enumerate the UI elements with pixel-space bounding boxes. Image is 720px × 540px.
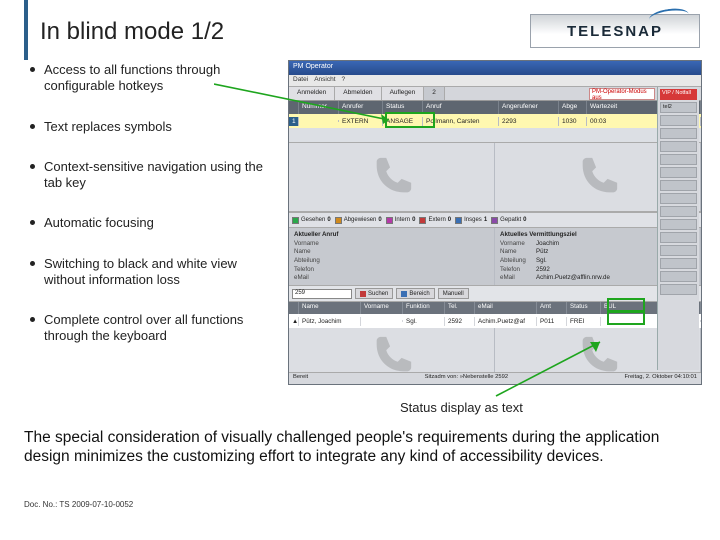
detail-panels: Aktueller Anruf Vorname Name Abteilung T… bbox=[289, 228, 701, 286]
phone-icon bbox=[289, 143, 495, 211]
side-slot[interactable] bbox=[660, 206, 697, 217]
square-icon bbox=[335, 217, 342, 224]
side-slot[interactable] bbox=[660, 284, 697, 295]
counter: Abgewiesen 0 bbox=[335, 217, 382, 224]
square-icon bbox=[419, 217, 426, 224]
cell: 2293 bbox=[499, 117, 559, 126]
status-ready: Bereit bbox=[293, 374, 308, 383]
counter: Extern 0 bbox=[419, 217, 451, 224]
bullet-item: Text replaces symbols bbox=[30, 119, 280, 135]
col: Nummer bbox=[299, 101, 339, 114]
side-slot[interactable] bbox=[660, 193, 697, 204]
panel-title: Aktueller Anruf bbox=[294, 231, 489, 240]
menu-item[interactable]: ? bbox=[342, 76, 346, 85]
side-slot[interactable] bbox=[660, 232, 697, 243]
col: Abge bbox=[559, 101, 587, 114]
col: Angerufener bbox=[499, 101, 559, 114]
side-slot[interactable] bbox=[660, 258, 697, 269]
square-icon bbox=[386, 217, 393, 224]
side-pane: VIP / Notfall tel2 bbox=[657, 87, 699, 370]
side-slot[interactable]: tel2 bbox=[660, 102, 697, 113]
current-call-panel: Aktueller Anruf Vorname Name Abteilung T… bbox=[289, 228, 495, 285]
side-slot[interactable] bbox=[660, 180, 697, 191]
bullet-list: Access to all functions through configur… bbox=[30, 62, 280, 369]
menu-item[interactable]: Ansicht bbox=[314, 76, 335, 85]
menubar: Datei Ansicht ? bbox=[289, 75, 701, 87]
manual-button[interactable]: Manuell bbox=[438, 288, 469, 299]
bottom-text: The special consideration of visually ch… bbox=[24, 428, 696, 467]
status-cell: FREI bbox=[567, 317, 601, 326]
cell: ANSAGE bbox=[383, 117, 423, 126]
range-button[interactable]: Bereich bbox=[396, 288, 434, 299]
tab-logout[interactable]: Abmelden bbox=[335, 87, 381, 100]
phone-panels bbox=[289, 142, 701, 212]
cell: 1 bbox=[289, 117, 299, 126]
page-title: In blind mode 1/2 bbox=[40, 18, 224, 46]
call-row[interactable]: 1 EXTERN ANSAGE Pollmann, Carsten 2293 1… bbox=[289, 114, 701, 128]
search-bar: 259 Suchen Bereich Manuell bbox=[289, 286, 701, 302]
status-session: Sitzadm von: »Nebenstelle 2592 bbox=[425, 374, 508, 383]
square-icon bbox=[360, 291, 366, 297]
side-slot[interactable] bbox=[660, 167, 697, 178]
window-titlebar: PM Operator bbox=[289, 61, 701, 75]
bullet-item: Automatic focusing bbox=[30, 215, 280, 231]
bullet-item: Context-sensitive navigation using the t… bbox=[30, 159, 280, 192]
logo: TELESNAP bbox=[530, 14, 700, 48]
search-input[interactable]: 259 bbox=[292, 289, 352, 299]
slide: In blind mode 1/2 TELESNAP Access to all… bbox=[0, 0, 720, 540]
side-slot[interactable] bbox=[660, 141, 697, 152]
sort-icon: ▲ bbox=[289, 317, 299, 326]
bullet-item: Switching to black and white view withou… bbox=[30, 256, 280, 289]
square-icon bbox=[455, 217, 462, 224]
call-row-empty bbox=[289, 128, 701, 142]
tab-login[interactable]: Anmelden bbox=[289, 87, 335, 100]
counter: Intern 0 bbox=[386, 217, 416, 224]
cell: EXTERN bbox=[339, 117, 383, 126]
col: Status bbox=[383, 101, 423, 114]
vip-header: VIP / Notfall bbox=[660, 89, 697, 100]
mode-indicator: PM-Operator-Modus aus bbox=[589, 88, 655, 100]
square-icon bbox=[491, 217, 498, 224]
bullet-item: Access to all functions through configur… bbox=[30, 62, 280, 95]
counter: Gepatkt 0 bbox=[491, 217, 526, 224]
counter: Insges 1 bbox=[455, 217, 487, 224]
status-datetime: Freitag, 2. Oktober 04:10:01 bbox=[624, 374, 697, 383]
side-slot[interactable] bbox=[660, 271, 697, 282]
col: Anrufer bbox=[339, 101, 383, 114]
square-icon bbox=[292, 217, 299, 224]
square-icon bbox=[401, 291, 407, 297]
counter: Gesehen 0 bbox=[292, 217, 331, 224]
search-button[interactable]: Suchen bbox=[355, 288, 393, 299]
side-slot[interactable] bbox=[660, 128, 697, 139]
side-slot[interactable] bbox=[660, 154, 697, 165]
tab-hangup[interactable]: Auflegen bbox=[382, 87, 425, 100]
cell: 1030 bbox=[559, 117, 587, 126]
doc-number: Doc. No.: TS 2009-07-10-0052 bbox=[24, 500, 133, 509]
bullet-item: Complete control over all functions thro… bbox=[30, 312, 280, 345]
result-header: Name Vorname Funktion Tel. eMail Amt Sta… bbox=[289, 302, 701, 314]
statusbar: Bereit Sitzadm von: »Nebenstelle 2592 Fr… bbox=[289, 372, 701, 384]
tab-2[interactable]: 2 bbox=[424, 87, 445, 100]
side-slot[interactable] bbox=[660, 219, 697, 230]
result-row[interactable]: ▲ Pütz, Joachim Sgl. 2592 Achim.Puetz@af… bbox=[289, 314, 701, 328]
col bbox=[289, 101, 299, 114]
cell bbox=[299, 120, 339, 122]
menu-item[interactable]: Datei bbox=[293, 76, 308, 85]
counter-bar: Gesehen 0 Abgewiesen 0 Intern 0 Extern 0… bbox=[289, 212, 701, 228]
side-slot[interactable] bbox=[660, 245, 697, 256]
cell: Pollmann, Carsten bbox=[423, 117, 499, 126]
accent-bar bbox=[24, 0, 28, 60]
side-slot[interactable] bbox=[660, 115, 697, 126]
caption: Status display as text bbox=[400, 400, 523, 415]
call-table-header: Nummer Anrufer Status Anruf Angerufener … bbox=[289, 101, 701, 114]
app-screenshot: PM Operator Datei Ansicht ? Anmelden Abm… bbox=[288, 60, 702, 385]
col: Anruf bbox=[423, 101, 499, 114]
